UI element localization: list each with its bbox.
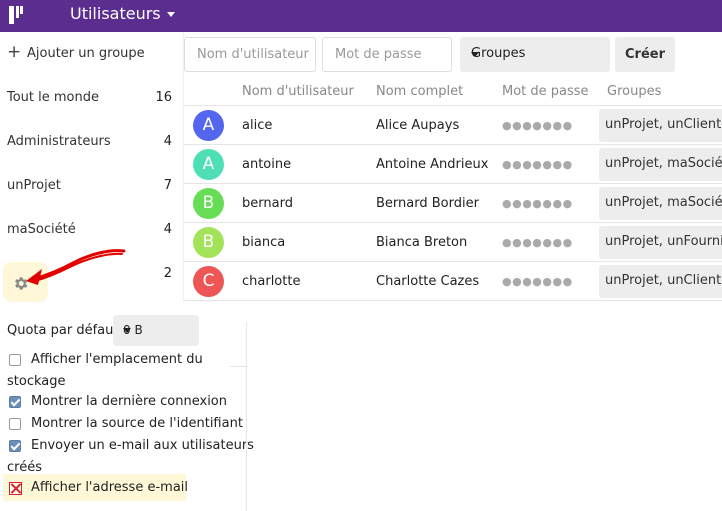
chevron-down-icon [471, 52, 479, 57]
password-masked[interactable]: ●●●●●●● [502, 197, 573, 210]
password-masked[interactable]: ●●●●●●● [502, 275, 573, 288]
password-masked[interactable]: ●●●●●●● [502, 119, 573, 132]
option-label-cont: créés [7, 460, 42, 475]
new-username-input[interactable] [184, 37, 316, 72]
show-user-backend-checkbox[interactable] [9, 418, 21, 430]
table-row[interactable]: C charlotte Charlotte Cazes ●●●●●●● unPr… [184, 262, 722, 301]
full-name[interactable]: Alice Aupays [376, 118, 459, 133]
full-name[interactable]: Bernard Bordier [376, 196, 479, 211]
full-name[interactable]: Bianca Breton [376, 235, 467, 250]
groups-select-label: Groupes [471, 46, 526, 61]
groups-select[interactable]: unProjet, maSociété [599, 187, 722, 220]
column-header-password[interactable]: Mot de passe [502, 84, 589, 99]
groups-value: unProjet, maSociété [605, 156, 722, 171]
app-title: Utilisateurs [70, 4, 161, 23]
settings-panel: Quota par défaut 0 B Afficher l'emplacem… [0, 302, 254, 511]
groups-value: unProjet, unFournisseur [605, 234, 722, 249]
new-password-input[interactable] [322, 37, 452, 72]
option-label: Montrer la dernière connexion [31, 394, 228, 409]
column-header-groups[interactable]: Groupes [607, 84, 661, 99]
avatar: A [193, 110, 224, 141]
sidebar-item-unprojet[interactable]: unProjet 7 [0, 164, 183, 208]
full-name[interactable]: Antoine Andrieux [376, 157, 488, 172]
settings-button[interactable] [3, 262, 48, 302]
panel-divider [246, 322, 247, 511]
option-label: Envoyer un e-mail aux utilisateurs [31, 438, 254, 453]
group-label: unProjet [7, 178, 61, 193]
add-group-button[interactable]: + Ajouter un groupe [0, 32, 183, 76]
sidebar-item-everyone[interactable]: Tout le monde 16 [0, 76, 183, 120]
table-row[interactable]: B bernard Bernard Bordier ●●●●●●● unProj… [184, 184, 722, 223]
chevron-down-icon [166, 12, 175, 17]
group-count: 2 [163, 266, 172, 281]
username: alice [242, 118, 273, 133]
table-row[interactable]: A antoine Antoine Andrieux ●●●●●●● unPro… [184, 145, 722, 184]
app-menu-button[interactable]: Utilisateurs [70, 4, 175, 23]
avatar: B [193, 227, 224, 258]
group-count: 7 [163, 178, 172, 193]
groups-select[interactable]: unProjet, unClient [599, 109, 722, 142]
avatar: A [193, 149, 224, 180]
show-storage-location-checkbox[interactable] [9, 354, 21, 366]
group-count: 4 [163, 222, 172, 237]
groups-value: unProjet, unClient [605, 273, 722, 288]
password-masked[interactable]: ●●●●●●● [502, 236, 573, 249]
send-email-checkbox[interactable] [9, 440, 21, 452]
groups-select[interactable]: unProjet, unFournisseur [599, 226, 722, 259]
top-bar: Utilisateurs [0, 0, 722, 32]
new-user-groups-select[interactable]: Groupes [460, 37, 610, 72]
username: charlotte [242, 274, 301, 289]
new-user-form: Groupes Créer [184, 37, 722, 72]
username: antoine [242, 157, 292, 172]
group-label: maSociété [7, 222, 76, 237]
group-label: Tout le monde [7, 90, 100, 105]
password-masked[interactable]: ●●●●●●● [502, 158, 573, 171]
sidebar-item-admins[interactable]: Administrateurs 4 [0, 120, 183, 164]
avatar: B [193, 188, 224, 219]
groups-value: unProjet, unClient [605, 117, 722, 132]
group-count: 16 [155, 90, 172, 105]
table-header: Nom d'utilisateur Nom complet Mot de pas… [184, 80, 722, 106]
divider [230, 366, 246, 367]
groups-select[interactable]: unProjet, unClient [599, 265, 722, 298]
plus-icon: + [7, 42, 22, 62]
group-count: 4 [163, 134, 172, 149]
groups-select[interactable]: unProjet, maSociété [599, 148, 722, 181]
gear-icon [15, 277, 28, 290]
table-row[interactable]: B bianca Bianca Breton ●●●●●●● unProjet,… [184, 223, 722, 262]
username: bernard [242, 196, 293, 211]
show-last-login-checkbox[interactable] [9, 396, 21, 408]
option-label: Montrer la source de l'identifiant [31, 416, 243, 431]
create-user-button[interactable]: Créer [615, 37, 675, 72]
option-label: Afficher l'adresse e-mail [31, 480, 189, 495]
add-group-label: Ajouter un groupe [27, 46, 145, 61]
option-label: Afficher l'emplacement du [31, 352, 203, 367]
table-row[interactable]: A alice Alice Aupays ●●●●●●● unProjet, u… [184, 106, 722, 145]
show-email-checkbox[interactable] [9, 482, 22, 495]
groups-value: unProjet, maSociété [605, 195, 722, 210]
app-logo-icon[interactable] [9, 6, 23, 24]
quota-label: Quota par défaut [7, 323, 119, 338]
option-label-cont: stockage [7, 374, 66, 389]
chevron-down-icon [123, 328, 131, 333]
column-header-username[interactable]: Nom d'utilisateur [242, 84, 354, 99]
column-header-fullname[interactable]: Nom complet [376, 84, 463, 99]
group-label: Administrateurs [7, 134, 111, 149]
sidebar-item-masociete[interactable]: maSociété 4 [0, 208, 183, 252]
username: bianca [242, 235, 286, 250]
default-quota-select[interactable]: 0 B [113, 315, 199, 346]
avatar: C [193, 266, 224, 297]
full-name[interactable]: Charlotte Cazes [376, 274, 479, 289]
